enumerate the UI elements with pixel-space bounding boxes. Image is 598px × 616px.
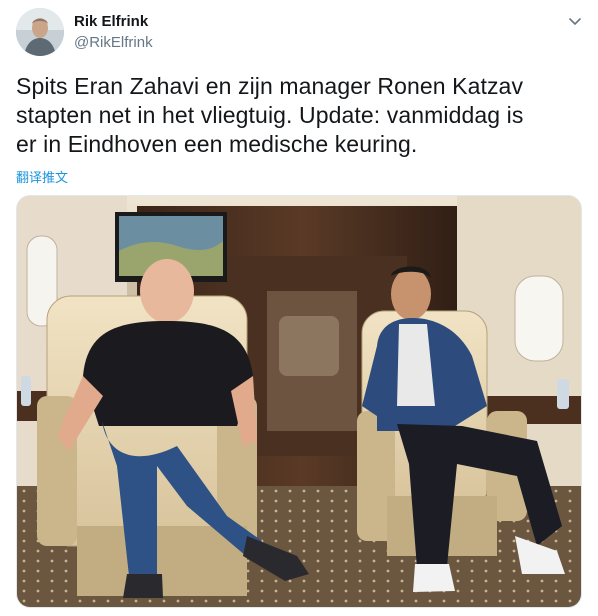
- avatar[interactable]: [16, 8, 64, 56]
- tweet-text: Spits Eran Zahavi en zijn manager Ronen …: [16, 72, 582, 159]
- avatar-image: [16, 8, 64, 56]
- tweet-photo[interactable]: [16, 195, 582, 608]
- translate-tweet-link[interactable]: 翻译推文: [16, 167, 68, 186]
- tweet-card: Rik Elfrink @RikElfrink Spits Eran Zahav…: [0, 0, 598, 616]
- tweet-text-line: Spits Eran Zahavi en zijn manager Ronen …: [16, 73, 524, 99]
- tweet-text-line: stapten net in het vliegtuig. Update: va…: [16, 102, 524, 128]
- author-name[interactable]: Rik Elfrink: [74, 13, 148, 30]
- tweet-text-line: er in Eindhoven een medische keuring.: [16, 131, 418, 157]
- jet-cabin-photo: [17, 196, 581, 607]
- author-handle[interactable]: @RikElfrink: [74, 34, 153, 51]
- chevron-down-icon[interactable]: [566, 12, 584, 30]
